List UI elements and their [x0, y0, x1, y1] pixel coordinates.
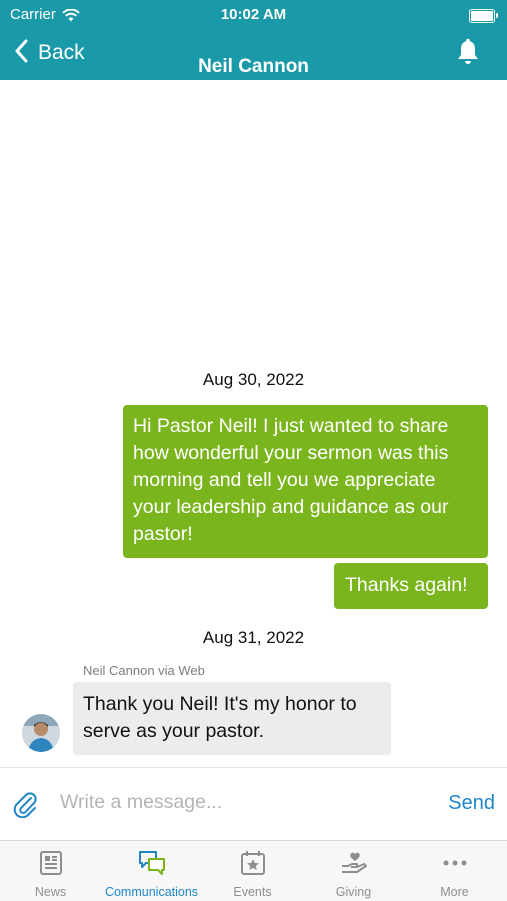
tab-label: News: [34, 885, 67, 899]
tab-events[interactable]: Events: [202, 841, 303, 901]
message-text: Thanks again!: [345, 574, 468, 596]
message-line: pastor!: [133, 523, 193, 545]
message-input[interactable]: Write a message...: [60, 791, 222, 814]
bell-icon[interactable]: [455, 38, 481, 71]
calendar-star-icon: [240, 851, 265, 875]
tab-label: Communications: [104, 885, 199, 899]
tab-label: Events: [233, 885, 272, 899]
outgoing-message[interactable]: Thanks again!: [334, 563, 488, 609]
battery-icon: [469, 9, 498, 23]
message-line: how wonderful your sermon was this: [133, 442, 449, 464]
tab-label: Giving: [335, 885, 372, 899]
tab-news[interactable]: News: [0, 841, 101, 901]
newspaper-icon: [39, 851, 62, 875]
send-button[interactable]: Send: [448, 792, 495, 815]
tab-more[interactable]: More: [404, 841, 505, 901]
page-title: Neil Cannon: [198, 56, 309, 77]
message-line: morning and tell you we appreciate: [133, 469, 436, 491]
chat-bubbles-icon: [138, 851, 165, 875]
outgoing-message[interactable]: Hi Pastor Neil! I just wanted to share h…: [123, 405, 488, 558]
tab-communications[interactable]: Communications: [101, 841, 202, 901]
status-bar: Carrier 10:02 AM: [0, 6, 507, 24]
avatar: [22, 714, 60, 752]
message-line: Thank you Neil! It's my honor to: [83, 693, 357, 715]
tab-giving[interactable]: Giving: [303, 841, 404, 901]
tab-bar: News Communications Events Giving More: [0, 840, 507, 901]
message-composer: Write a message... Send: [0, 767, 507, 841]
message-line: Hi Pastor Neil! I just wanted to share: [133, 415, 449, 437]
more-dots-icon: [443, 860, 466, 866]
hand-heart-icon: [341, 852, 367, 873]
date-separator: Aug 31, 2022: [202, 628, 305, 647]
tab-label: More: [440, 885, 469, 899]
status-time: 10:02 AM: [220, 6, 287, 23]
date-separator: Aug 30, 2022: [202, 370, 305, 389]
paperclip-icon[interactable]: [12, 790, 38, 823]
incoming-message[interactable]: Thank you Neil! It's my honor to serve a…: [73, 682, 391, 755]
message-line: serve as your pastor.: [83, 720, 265, 742]
nav-bar: Carrier 10:02 AM Back Neil Cannon: [0, 0, 507, 80]
message-line: your leadership and guidance as our: [133, 496, 449, 518]
sender-label: Neil Cannon via Web: [83, 663, 205, 678]
